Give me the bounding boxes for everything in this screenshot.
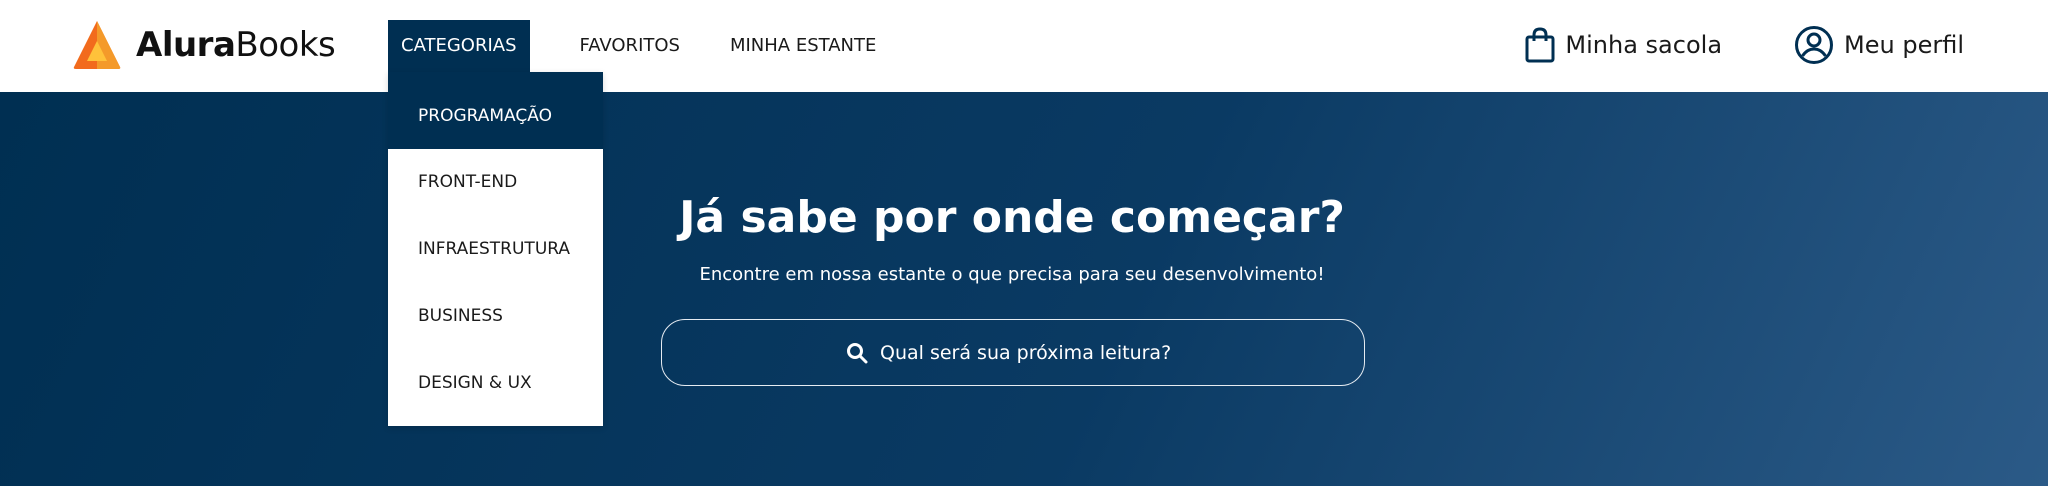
top-header: AluraBooks CATEGORIAS FAVORITOS MINHA ES… [0,0,2048,92]
dropdown-item-design-ux[interactable]: DESIGN & UX [388,350,603,417]
logo-text-regular: Books [235,25,336,65]
logo-triangle-icon [73,21,121,69]
bag-label: Minha sacola [1565,31,1723,59]
nav-categorias[interactable]: CATEGORIAS [388,20,530,73]
profile-label: Meu perfil [1844,31,1964,59]
hero-banner: Já sabe por onde começar? Encontre em no… [0,92,2048,486]
categories-dropdown: PROGRAMAÇÃO FRONT-END INFRAESTRUTURA BUS… [388,72,603,426]
search-input[interactable] [880,341,1180,364]
shopping-bag-icon [1525,27,1555,63]
profile-button[interactable]: Meu perfil [1794,25,1964,65]
dropdown-item-front-end[interactable]: FRONT-END [388,149,603,216]
nav-favoritos[interactable]: FAVORITOS [566,20,694,72]
bag-button[interactable]: Minha sacola [1525,27,1722,63]
hero-subtitle: Encontre em nossa estante o que precisa … [699,264,1325,285]
nav-minha-estante[interactable]: MINHA ESTANTE [716,20,890,72]
logo-text-bold: Alura [136,25,236,65]
alurabooks-logo[interactable]: AluraBooks [72,19,336,71]
dropdown-item-infraestrutura[interactable]: INFRAESTRUTURA [388,216,603,283]
hero-title: Já sabe por onde começar? [679,192,1345,243]
search-icon [847,342,868,363]
account-area: Minha sacola Meu perfil [1525,25,1964,65]
main-nav: CATEGORIAS FAVORITOS MINHA ESTANTE [388,20,912,73]
search-box[interactable] [661,319,1365,386]
dropdown-item-programacao[interactable]: PROGRAMAÇÃO [388,72,603,149]
user-circle-icon [1795,26,1834,64]
dropdown-item-business[interactable]: BUSINESS [388,283,603,350]
logo-text: AluraBooks [136,25,336,65]
